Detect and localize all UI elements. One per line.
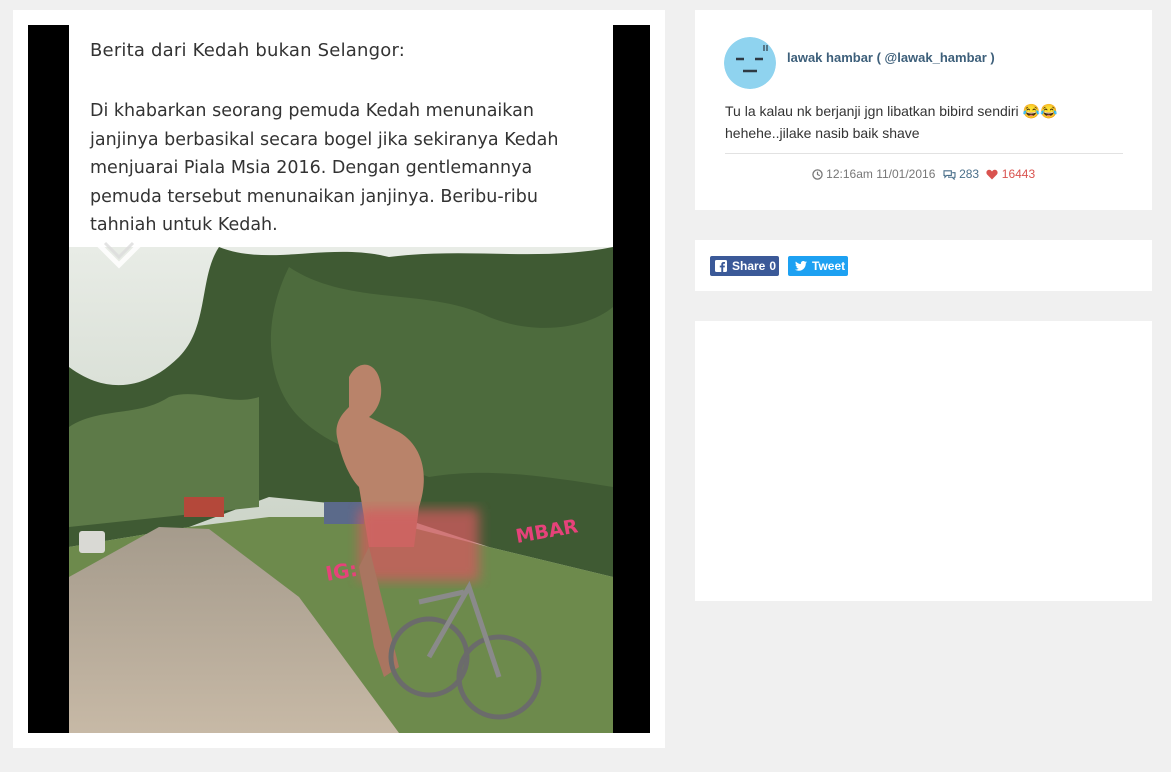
avatar[interactable] xyxy=(724,37,776,89)
caption-title: Berita dari Kedah bukan Selangor: xyxy=(90,40,406,61)
share-card: Share 0 Tweet xyxy=(695,240,1152,291)
post-meta: 12:16am 11/01/2016 283 16443 xyxy=(695,167,1152,181)
facebook-share-count: 0 xyxy=(769,259,777,273)
timestamp: 12:16am 11/01/2016 xyxy=(812,167,936,181)
heart-watermark-icon xyxy=(95,241,143,269)
comments-link[interactable]: 283 xyxy=(943,167,979,181)
twitter-bird-icon xyxy=(795,261,807,271)
post-media-card: Berita dari Kedah bukan Selangor: Di kha… xyxy=(13,10,665,748)
post-image[interactable]: Berita dari Kedah bukan Selangor: Di kha… xyxy=(28,25,650,733)
heart-icon xyxy=(986,169,999,180)
post-text: Tu la kalau nk berjanji jgn libatkan bib… xyxy=(725,100,1125,144)
post-text-line-2: hehehe..jilake nasib baik shave xyxy=(725,125,920,141)
like-button[interactable]: 16443 xyxy=(986,167,1035,181)
divider xyxy=(725,153,1123,154)
photo-scene: IG: MBAR xyxy=(69,247,613,733)
facebook-share-label: Share xyxy=(732,259,766,273)
caption-body: Di khabarkan seorang pemuda Kedah menuna… xyxy=(90,101,559,235)
meme-photo: Berita dari Kedah bukan Selangor: Di kha… xyxy=(69,25,613,733)
comments-count: 283 xyxy=(959,167,980,181)
post-info-card: lawak hambar ( @lawak_hambar ) Tu la kal… xyxy=(695,10,1152,210)
ad-placeholder-card xyxy=(695,321,1152,601)
expressionless-face-icon xyxy=(724,37,776,89)
likes-count: 16443 xyxy=(1001,167,1036,181)
meme-caption: Berita dari Kedah bukan Selangor: Di kha… xyxy=(69,25,613,247)
user-name-link[interactable]: lawak hambar ( @lawak_hambar ) xyxy=(787,50,995,65)
clock-icon xyxy=(812,169,823,180)
facebook-icon xyxy=(715,260,727,272)
comments-icon xyxy=(943,170,956,181)
tweet-label: Tweet xyxy=(812,259,846,273)
post-text-line-1: Tu la kalau nk berjanji jgn libatkan bib… xyxy=(725,103,1058,119)
timestamp-text: 12:16am 11/01/2016 xyxy=(826,167,936,181)
facebook-share-button[interactable]: Share 0 xyxy=(710,256,779,276)
tweet-button[interactable]: Tweet xyxy=(788,256,848,276)
